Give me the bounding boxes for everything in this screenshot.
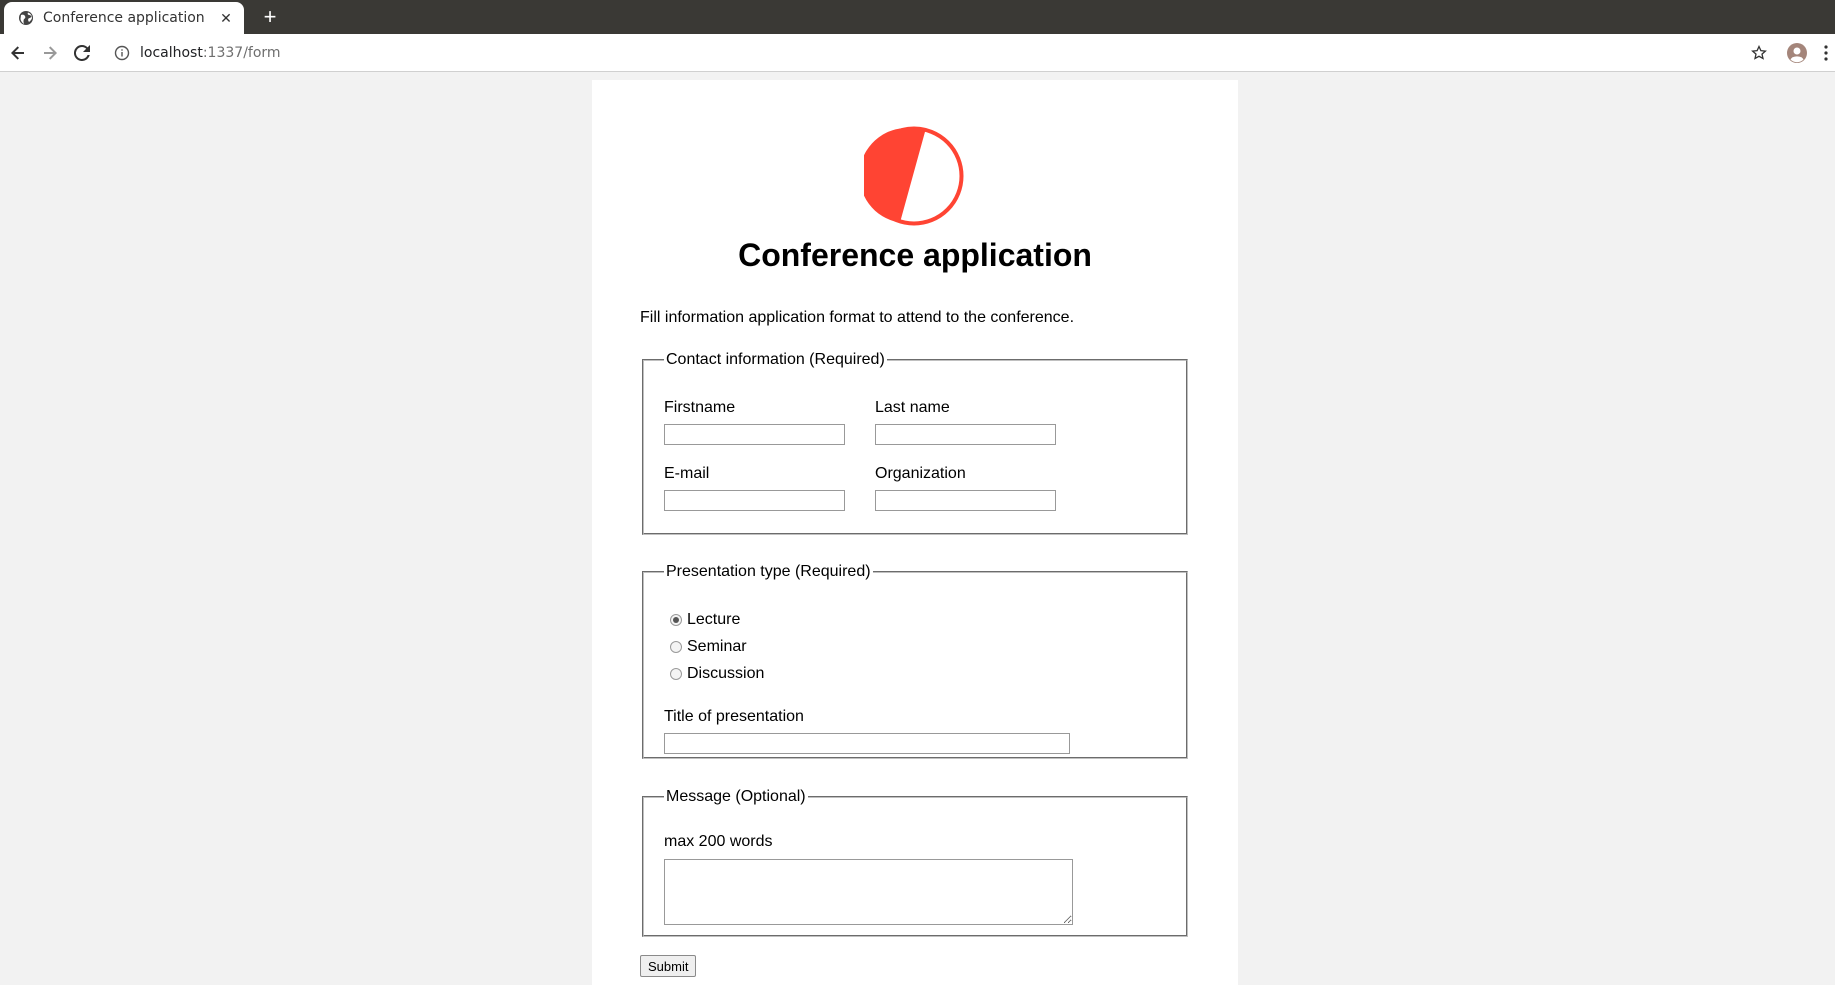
message-legend: Message (Optional) xyxy=(666,788,806,805)
message-textarea[interactable] xyxy=(664,859,1073,925)
browser-tab[interactable]: Conference application ✕ xyxy=(4,2,244,34)
globe-icon xyxy=(19,11,33,25)
page-title: Conference application xyxy=(738,237,1092,273)
radio-seminar[interactable] xyxy=(670,641,682,653)
radio-option-lecture[interactable]: Lecture xyxy=(670,611,740,629)
radio-label-lecture: Lecture xyxy=(687,611,741,628)
radio-option-discussion[interactable]: Discussion xyxy=(670,665,764,683)
form-card: Conference application Fill information … xyxy=(592,80,1238,985)
browser-menu-icon[interactable] xyxy=(1821,43,1831,63)
reload-button[interactable] xyxy=(66,37,98,69)
firstname-label: Firstname xyxy=(664,399,736,416)
url-path: :1337/form xyxy=(202,45,281,61)
url-text: localhost:1337/form xyxy=(140,45,281,61)
lastname-label: Last name xyxy=(875,399,950,416)
back-button[interactable] xyxy=(2,37,34,69)
contact-legend: Contact information (Required) xyxy=(666,351,885,368)
submit-button[interactable]: Submit xyxy=(640,955,697,977)
url-host: localhost xyxy=(140,45,203,61)
browser-toolbar: localhost:1337/form xyxy=(0,34,1835,72)
tab-title: Conference application xyxy=(43,10,205,26)
close-tab-icon[interactable]: ✕ xyxy=(218,10,234,27)
email-input[interactable] xyxy=(664,490,845,511)
organization-input[interactable] xyxy=(875,490,1056,511)
presentation-fieldset: Presentation type (Required) Lecture Sem… xyxy=(642,563,1188,759)
radio-label-seminar: Seminar xyxy=(687,638,747,655)
organization-label: Organization xyxy=(875,465,966,482)
new-tab-button[interactable]: + xyxy=(256,4,284,32)
radio-lecture[interactable] xyxy=(670,614,682,626)
page-viewport: Conference application Fill information … xyxy=(0,72,1835,985)
conference-logo xyxy=(864,126,964,226)
info-icon[interactable] xyxy=(114,45,130,61)
forward-button[interactable] xyxy=(34,37,66,69)
lastname-input[interactable] xyxy=(875,424,1056,445)
arrow-right-icon xyxy=(44,45,57,60)
intro-text: Fill information application format to a… xyxy=(640,309,1075,326)
arrow-left-icon xyxy=(11,45,24,60)
presentation-legend: Presentation type (Required) xyxy=(666,563,871,580)
message-hint: max 200 words xyxy=(664,833,773,850)
message-fieldset: Message (Optional) max 200 words xyxy=(642,788,1188,937)
browser-tab-strip: Conference application ✕ + xyxy=(0,0,1835,34)
radio-label-discussion: Discussion xyxy=(687,665,765,682)
radio-option-seminar[interactable]: Seminar xyxy=(670,638,747,656)
bookmark-star-icon[interactable] xyxy=(1751,45,1767,61)
firstname-input[interactable] xyxy=(664,424,845,445)
reload-icon xyxy=(74,44,90,61)
address-bar[interactable]: localhost:1337/form xyxy=(104,39,1775,67)
presentation-title-input[interactable] xyxy=(664,733,1070,754)
email-label: E-mail xyxy=(664,465,710,482)
contact-fieldset: Contact information (Required) Firstname… xyxy=(642,351,1188,535)
radio-discussion[interactable] xyxy=(670,668,682,680)
profile-avatar-icon[interactable] xyxy=(1787,43,1807,63)
presentation-title-label: Title of presentation xyxy=(664,708,804,725)
